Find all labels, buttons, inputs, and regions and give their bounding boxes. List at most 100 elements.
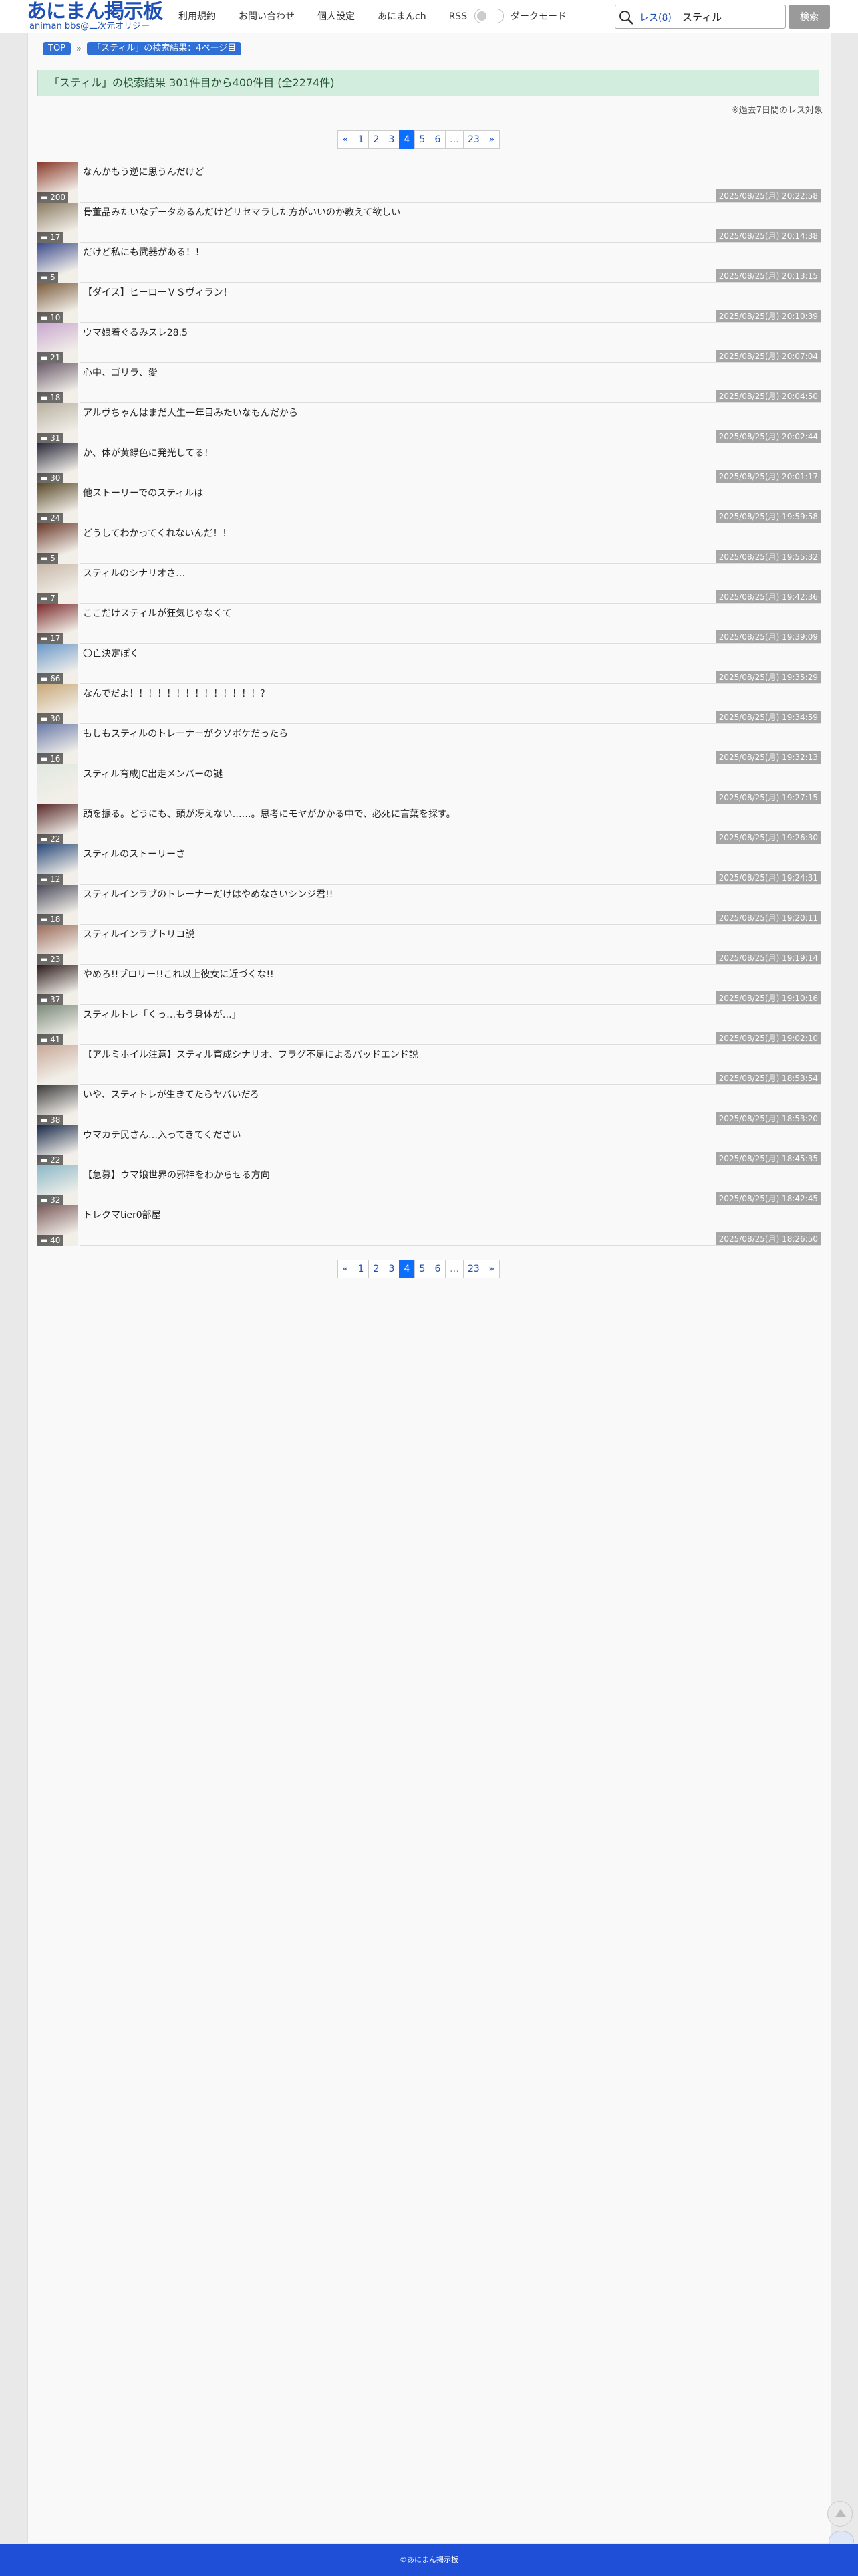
dark-mode-toggle[interactable] [474, 9, 504, 23]
site-logo[interactable]: あにまん掲示板 animan bbs@二次元オリジー [27, 0, 167, 33]
thread-title[interactable]: スティル育成JC出走メンバーの謎 [83, 768, 223, 780]
thread-item[interactable]: ▬ 66 〇亡決定ぽく 2025/08/25(月) 19:35:29 [37, 644, 821, 684]
pager-next[interactable]: » [483, 130, 500, 149]
thread-thumbnail[interactable]: ▬ 22 [37, 804, 78, 844]
thread-thumbnail[interactable]: ▬ 21 [37, 323, 78, 363]
thread-title[interactable]: スティルのシナリオさ… [83, 568, 185, 580]
thread-thumbnail[interactable]: ▬ 12 [37, 844, 78, 885]
pager-page[interactable]: 5 [414, 130, 430, 149]
thread-thumbnail[interactable]: ▬ 10 [37, 283, 78, 323]
thread-title[interactable]: スティルインラブトリコ説 [83, 929, 194, 941]
thread-thumbnail[interactable]: ▬ 17 [37, 604, 78, 644]
thread-title[interactable]: 骨董品みたいなデータあるんだけどリセマラした方がいいのか教えて欲しい [83, 207, 400, 219]
thread-thumbnail[interactable]: ▬ 22 [37, 1125, 78, 1165]
pager-prev[interactable]: « [337, 1260, 353, 1278]
thread-title[interactable]: いや、スティトレが生きてたらヤバいだろ [83, 1089, 259, 1101]
thread-item[interactable]: ▬ 38 いや、スティトレが生きてたらヤバいだろ 2025/08/25(月) 18:… [37, 1085, 821, 1125]
pager-page[interactable]: 2 [368, 130, 384, 149]
thread-thumbnail[interactable]: ▬ 32 [37, 1165, 78, 1205]
thread-title[interactable]: ウマ娘着ぐるみスレ28.5 [83, 327, 188, 339]
thread-item[interactable]: ▬ 31 アルヴちゃんはまだ人生一年目みたいなもんだから 2025/08/25(月)… [37, 403, 821, 443]
thread-title[interactable]: か、体が黄緑色に発光してる！ [83, 447, 213, 459]
thread-item[interactable]: ▬ 23 スティルインラブトリコ説 2025/08/25(月) 19:19:14 [37, 925, 821, 965]
nav-terms[interactable]: 利用規約 [178, 9, 216, 24]
thread-item[interactable]: ▬ 5 だけど私にも武器がある！！ 2025/08/25(月) 20:13:15 [37, 243, 821, 283]
thread-item[interactable]: ▬ 30 か、体が黄緑色に発光してる！ 2025/08/25(月) 20:01:17 [37, 443, 821, 483]
thread-item[interactable]: ▬ 41 スティルトレ「くっ…もう身体が…」 2025/08/25(月) 19:02… [37, 1005, 821, 1045]
thread-item[interactable]: スティル育成JC出走メンバーの謎 2025/08/25(月) 19:27:15 [37, 764, 821, 804]
breadcrumb-top[interactable]: TOP [43, 42, 72, 55]
nav-settings[interactable]: 個人設定 [317, 9, 355, 24]
search-input[interactable] [682, 9, 782, 25]
thread-thumbnail[interactable]: ▬ 5 [37, 243, 78, 283]
pager-page[interactable]: 5 [414, 1260, 430, 1278]
pager-page-active[interactable]: 4 [399, 1260, 415, 1278]
thread-item[interactable]: ▬ 24 他ストーリーでのスティルは 2025/08/25(月) 19:59:58 [37, 483, 821, 523]
pager-last[interactable]: 23 [463, 1260, 484, 1278]
thread-item[interactable]: ▬ 7 スティルのシナリオさ… 2025/08/25(月) 19:42:36 [37, 564, 821, 604]
thread-thumbnail[interactable]: ▬ 23 [37, 925, 78, 965]
thread-item[interactable]: ▬ 5 どうしてわかってくれないんだ！！ 2025/08/25(月) 19:55:3… [37, 523, 821, 564]
pager-page[interactable]: 1 [353, 1260, 369, 1278]
thread-thumbnail[interactable]: ▬ 200 [37, 162, 78, 203]
pager-page[interactable]: 6 [430, 1260, 446, 1278]
thread-item[interactable]: ▬ 18 スティルインラブのトレーナーだけはやめなさいシンジ君!! 2025/08/… [37, 885, 821, 925]
thread-item[interactable]: ▬ 12 スティルのストーリーさ 2025/08/25(月) 19:24:31 [37, 844, 821, 885]
thread-thumbnail[interactable]: ▬ 5 [37, 523, 78, 564]
thread-title[interactable]: トレクマtier0部屋 [83, 1209, 161, 1221]
thread-item[interactable]: ▬ 40 トレクマtier0部屋 2025/08/25(月) 18:26:50 [37, 1205, 821, 1246]
nav-animan-ch[interactable]: あにまんch [378, 9, 426, 24]
thread-thumbnail[interactable]: ▬ 7 [37, 564, 78, 604]
pager-page[interactable]: 3 [384, 1260, 400, 1278]
thread-title[interactable]: やめろ!!ブロリー!!これ以上彼女に近づくな!! [83, 969, 274, 981]
pager-next[interactable]: » [483, 1260, 500, 1278]
thread-item[interactable]: ▬ 10 【ダイス】ヒーローＶＳヴィラン！ 2025/08/25(月) 20:10:… [37, 283, 821, 323]
pager-last[interactable]: 23 [463, 130, 484, 149]
thread-thumbnail[interactable]: ▬ 30 [37, 684, 78, 724]
thread-title[interactable]: どうしてわかってくれないんだ！！ [83, 528, 231, 540]
thread-thumbnail[interactable] [37, 764, 78, 804]
thread-item[interactable]: ▬ 18 心中、ゴリラ、愛 2025/08/25(月) 20:04:50 [37, 363, 821, 403]
thread-item[interactable]: ▬ 22 頭を振る。どうにも、頭が冴えない……。思考にモヤがかかる中で、必死に言葉… [37, 804, 821, 844]
thread-title[interactable]: 他ストーリーでのスティルは [83, 487, 203, 499]
thread-title[interactable]: スティルトレ「くっ…もう身体が…」 [83, 1009, 241, 1021]
thread-title[interactable]: スティルインラブのトレーナーだけはやめなさいシンジ君!! [83, 889, 333, 901]
scroll-top-button[interactable] [827, 2501, 853, 2527]
pager-page[interactable]: 6 [430, 130, 446, 149]
thread-title[interactable]: なんでだよ！！！！！！！！！！！！！！？ [83, 688, 269, 700]
thread-thumbnail[interactable]: ▬ 24 [37, 483, 78, 523]
thread-thumbnail[interactable]: ▬ 30 [37, 443, 78, 483]
thread-item[interactable]: ▬ 30 なんでだよ！！！！！！！！！！！！！！？ 2025/08/25(月) 19… [37, 684, 821, 724]
thread-item[interactable]: ▬ 17 骨董品みたいなデータあるんだけどリセマラした方がいいのか教えて欲しい 20… [37, 203, 821, 243]
pager-page[interactable]: 1 [353, 130, 369, 149]
thread-title[interactable]: 心中、ゴリラ、愛 [83, 367, 158, 379]
thread-thumbnail[interactable]: ▬ 31 [37, 403, 78, 443]
thread-thumbnail[interactable]: ▬ 40 [37, 1205, 78, 1246]
thread-item[interactable]: ▬ 17 ここだけスティルが狂気じゃなくて 2025/08/25(月) 19:39:… [37, 604, 821, 644]
thread-title[interactable]: 〇亡決定ぽく [83, 648, 139, 660]
thread-thumbnail[interactable]: ▬ 18 [37, 885, 78, 925]
thread-title[interactable]: スティルのストーリーさ [83, 848, 185, 860]
pager-page-active[interactable]: 4 [399, 130, 415, 149]
thread-item[interactable]: 【アルミホイル注意】スティル育成シナリオ、フラグ不足によるバッドエンド説 2025… [37, 1045, 821, 1085]
search-scope-select[interactable]: レス(8) [639, 11, 672, 24]
thread-title[interactable]: 【アルミホイル注意】スティル育成シナリオ、フラグ不足によるバッドエンド説 [83, 1049, 418, 1061]
thread-thumbnail[interactable]: ▬ 17 [37, 203, 78, 243]
thread-title[interactable]: 頭を振る。どうにも、頭が冴えない……。思考にモヤがかかる中で、必死に言葉を探す。 [83, 808, 456, 820]
thread-title[interactable]: 【ダイス】ヒーローＶＳヴィラン！ [83, 287, 233, 299]
thread-item[interactable]: ▬ 200 なんかもう逆に思うんだけど 2025/08/25(月) 20:22:58 [37, 162, 821, 203]
thread-title[interactable]: なんかもう逆に思うんだけど [83, 166, 204, 179]
thread-thumbnail[interactable]: ▬ 18 [37, 363, 78, 403]
thread-title[interactable]: ここだけスティルが狂気じゃなくて [83, 608, 232, 620]
nav-contact[interactable]: お問い合わせ [239, 9, 295, 24]
thread-title[interactable]: ウマカテ民さん…入ってきてください [83, 1129, 241, 1141]
pager-prev[interactable]: « [337, 130, 353, 149]
thread-item[interactable]: ▬ 21 ウマ娘着ぐるみスレ28.5 2025/08/25(月) 20:07:04 [37, 323, 821, 363]
thread-thumbnail[interactable]: ▬ 41 [37, 1005, 78, 1045]
thread-title[interactable]: もしもスティルのトレーナーがクソボケだったら [83, 728, 288, 740]
pager-page[interactable]: 2 [368, 1260, 384, 1278]
nav-rss[interactable]: RSS [449, 9, 468, 24]
thread-title[interactable]: 【急募】ウマ娘世界の邪神をわからせる方向 [83, 1169, 270, 1181]
thread-thumbnail[interactable]: ▬ 16 [37, 724, 78, 764]
thread-item[interactable]: ▬ 32 【急募】ウマ娘世界の邪神をわからせる方向 2025/08/25(月) 18… [37, 1165, 821, 1205]
